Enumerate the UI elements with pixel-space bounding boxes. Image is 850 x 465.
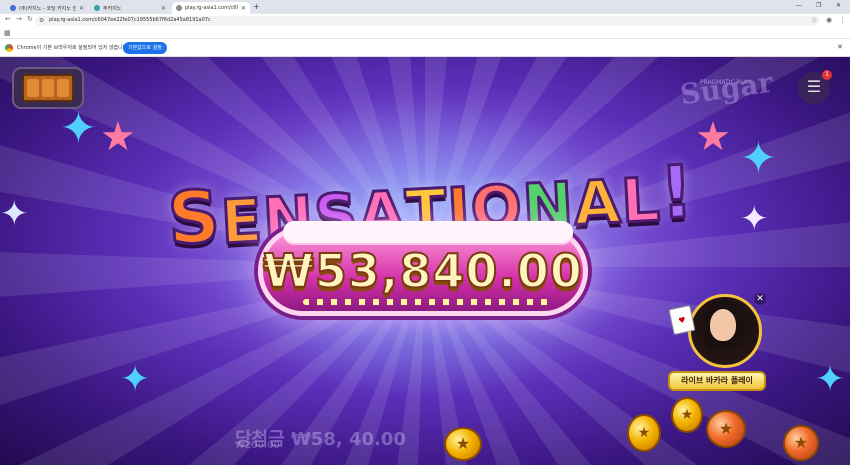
sparkle-icon: ✦ bbox=[815, 359, 846, 400]
url-text: play.rg-asia1.com/c6047ee22fe07c19555b67… bbox=[49, 17, 211, 23]
star-icon: ★ bbox=[695, 114, 731, 160]
bookmarks-bar: ▦ bbox=[0, 28, 850, 39]
sparkle-icon: ✦ bbox=[0, 194, 29, 234]
gold-coin-icon: ★ bbox=[783, 425, 819, 461]
sparkle-icon: ✦ bbox=[740, 133, 777, 184]
default-browser-infobar: Chrome이 기본 브라우저로 설정되어 있지 않습니다 기본값으로 설정 ✕ bbox=[0, 39, 850, 57]
apps-grid-icon[interactable]: ▦ bbox=[4, 29, 11, 37]
reload-icon[interactable]: ↻ bbox=[27, 15, 33, 23]
light-dots bbox=[303, 299, 553, 305]
address-bar[interactable]: ⚙ play.rg-asia1.com/c6047ee22fe07c19555b… bbox=[35, 16, 819, 26]
close-icon[interactable]: ✕ bbox=[161, 5, 166, 12]
promo-close-icon[interactable]: ✕ bbox=[754, 293, 766, 305]
globe-icon bbox=[176, 5, 182, 11]
headline-letter: L bbox=[618, 164, 664, 239]
site-icon bbox=[10, 5, 16, 11]
minimize-icon[interactable]: — bbox=[796, 2, 802, 9]
bookmark-star-icon[interactable]: ☆ bbox=[811, 16, 817, 24]
dealer-face bbox=[710, 309, 736, 341]
headline-letter: ! bbox=[656, 148, 697, 237]
maximize-icon[interactable]: ❐ bbox=[816, 2, 821, 9]
infobar-close-icon[interactable]: ✕ bbox=[837, 43, 843, 51]
sparkle-icon: ✦ bbox=[60, 103, 97, 154]
gold-coin-icon: ★ bbox=[706, 410, 746, 448]
infobar-message: Chrome이 기본 브라우저로 설정되어 있지 않습니다 bbox=[17, 45, 128, 51]
sparkle-icon: ✦ bbox=[120, 359, 151, 400]
close-icon[interactable]: ✕ bbox=[241, 5, 246, 12]
tab-title: 주카지노 bbox=[103, 5, 122, 12]
gold-coin-icon: ★ bbox=[671, 397, 703, 433]
chocolate-box-icon bbox=[22, 74, 74, 102]
live-baccarat-promo[interactable]: ♥ 라이브 바카라 플레이 bbox=[668, 289, 768, 399]
tab-title: play.rg-asia1.com/c604... bbox=[185, 5, 238, 11]
headline-letter: S bbox=[164, 173, 224, 263]
playing-cards-icon: ♥ bbox=[668, 304, 696, 336]
win-amount: ₩53,840.00 bbox=[262, 243, 583, 299]
gold-coin-icon: ★ bbox=[444, 427, 482, 461]
browser-tab-2[interactable]: 주카지노 ✕ bbox=[90, 2, 170, 14]
close-icon[interactable]: ✕ bbox=[79, 5, 84, 12]
tab-strip: (주)카지노 - 코딩 카지노 안... ✕ 주카지노 ✕ play.rg-as… bbox=[0, 0, 850, 14]
tab-title: (주)카지노 - 코딩 카지노 안... bbox=[19, 5, 76, 12]
sparkle-icon: ✦ bbox=[740, 199, 769, 239]
win-amount-plaque: ₩53,840.00 bbox=[258, 221, 588, 316]
forward-icon[interactable]: → bbox=[16, 15, 22, 23]
site-info-icon[interactable]: ⚙ bbox=[39, 17, 44, 24]
headline-letter: E bbox=[218, 184, 267, 259]
browser-tab-1[interactable]: (주)카지노 - 코딩 카지노 안... ✕ bbox=[6, 2, 88, 14]
chrome-icon bbox=[5, 44, 13, 52]
star-icon: ★ bbox=[100, 114, 136, 160]
gold-coin-icon: ★ bbox=[627, 414, 661, 452]
headline-letter: A bbox=[571, 166, 625, 241]
more-menu-icon[interactable]: ⋮ bbox=[839, 16, 846, 24]
notification-badge: 1 bbox=[822, 70, 832, 80]
set-default-button[interactable]: 기본값으로 설정 bbox=[123, 42, 167, 54]
live-baccarat-button[interactable]: 라이브 바카라 플레이 bbox=[668, 371, 766, 391]
site-icon bbox=[94, 5, 100, 11]
background-bet-text: ₩200.00 bbox=[235, 440, 280, 451]
back-icon[interactable]: ← bbox=[5, 15, 11, 23]
game-canvas[interactable]: PRAGMATIC PLAY Sugar ☰ 1 ★ ✦ ✦ ★ ✦ ✦ ✦ ✦… bbox=[0, 57, 850, 465]
browser-tab-active[interactable]: play.rg-asia1.com/c604... ✕ bbox=[172, 2, 250, 14]
new-tab-button[interactable]: + bbox=[253, 2, 260, 11]
window-close-icon[interactable]: ✕ bbox=[836, 2, 841, 9]
profile-icon[interactable]: ◉ bbox=[826, 16, 832, 24]
icing-decoration bbox=[283, 221, 573, 243]
